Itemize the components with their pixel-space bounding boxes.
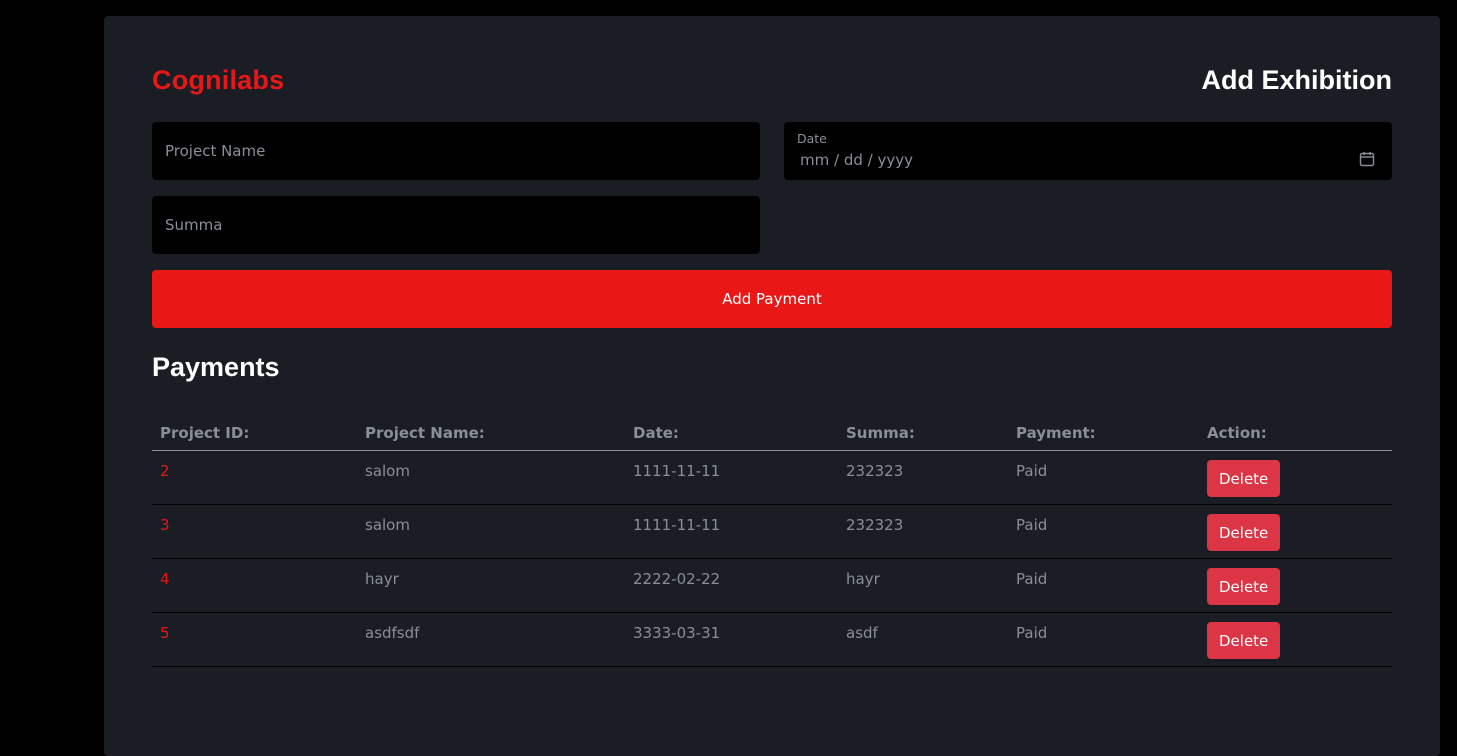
table-row: 2 salom 1111-11-11 232323 Paid Delete <box>152 450 1392 505</box>
project-name-input[interactable] <box>152 122 760 180</box>
payment-cell: Paid <box>1008 450 1199 505</box>
column-payment: Payment: <box>1008 416 1199 451</box>
column-date: Date: <box>625 416 838 451</box>
column-action: Action: <box>1199 416 1392 451</box>
project-name-cell: hayr <box>357 558 625 613</box>
summa-field[interactable] <box>152 196 760 254</box>
payments-title: Payments <box>152 352 280 382</box>
project-name-field[interactable] <box>152 122 760 180</box>
main-card: Cognilabs Add Exhibition Date mm / dd / … <box>104 16 1440 756</box>
project-id-cell[interactable]: 4 <box>152 558 357 613</box>
payment-cell: Paid <box>1008 558 1199 613</box>
date-field[interactable]: Date mm / dd / yyyy <box>784 122 1392 180</box>
project-name-cell: asdfsdf <box>357 612 625 667</box>
action-cell: Delete <box>1199 612 1392 667</box>
project-id-cell[interactable]: 2 <box>152 450 357 505</box>
summa-cell: asdf <box>838 612 1008 667</box>
project-name-cell: salom <box>357 504 625 559</box>
date-cell: 2222-02-22 <box>625 558 838 613</box>
date-cell: 1111-11-11 <box>625 504 838 559</box>
delete-button[interactable]: Delete <box>1207 514 1281 551</box>
action-cell: Delete <box>1199 450 1392 505</box>
table-row: 4 hayr 2222-02-22 hayr Paid Delete <box>152 558 1392 613</box>
column-project-name: Project Name: <box>357 416 625 451</box>
header-row: Project ID: Project Name: Date: Summa: P… <box>152 416 1392 451</box>
summa-input[interactable] <box>152 196 760 254</box>
column-project-id: Project ID: <box>152 416 357 451</box>
summa-cell: hayr <box>838 558 1008 613</box>
summa-cell: 232323 <box>838 504 1008 559</box>
payments-table: Project ID: Project Name: Date: Summa: P… <box>152 416 1392 667</box>
project-name-cell: salom <box>357 450 625 505</box>
calendar-icon[interactable] <box>1359 151 1375 167</box>
delete-button[interactable]: Delete <box>1207 568 1281 605</box>
page-title: Add Exhibition <box>1201 65 1392 95</box>
delete-button[interactable]: Delete <box>1207 460 1281 497</box>
project-id-cell[interactable]: 5 <box>152 612 357 667</box>
date-cell: 3333-03-31 <box>625 612 838 667</box>
delete-button[interactable]: Delete <box>1207 622 1281 659</box>
column-summa: Summa: <box>838 416 1008 451</box>
action-cell: Delete <box>1199 558 1392 613</box>
date-input[interactable]: mm / dd / yyyy <box>800 151 913 169</box>
summa-cell: 232323 <box>838 450 1008 505</box>
add-payment-button[interactable]: Add Payment <box>152 270 1392 328</box>
date-label: Date <box>797 131 827 146</box>
project-id-cell[interactable]: 3 <box>152 504 357 559</box>
brand-logo[interactable]: Cognilabs <box>152 65 284 96</box>
payment-cell: Paid <box>1008 504 1199 559</box>
table-row: 3 salom 1111-11-11 232323 Paid Delete <box>152 504 1392 559</box>
table-row: 5 asdfsdf 3333-03-31 asdf Paid Delete <box>152 612 1392 667</box>
payment-cell: Paid <box>1008 612 1199 667</box>
date-cell: 1111-11-11 <box>625 450 838 505</box>
table-body: 2 salom 1111-11-11 232323 Paid Delete 3 … <box>152 450 1392 667</box>
action-cell: Delete <box>1199 504 1392 559</box>
table-header: Project ID: Project Name: Date: Summa: P… <box>152 416 1392 451</box>
